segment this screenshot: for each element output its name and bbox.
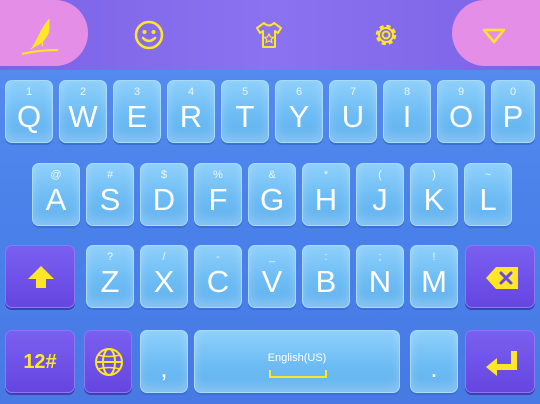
key-s[interactable]: # S xyxy=(86,163,134,226)
key-k[interactable]: ) K xyxy=(410,163,458,226)
backspace-key[interactable] xyxy=(465,245,535,308)
key-q[interactable]: 1Q xyxy=(5,80,53,143)
period-key[interactable]: . xyxy=(410,330,458,393)
key-w[interactable]: 2W xyxy=(59,80,107,143)
key-l[interactable]: ~ L xyxy=(464,163,512,226)
key-f[interactable]: % F xyxy=(194,163,242,226)
arrow-up-icon xyxy=(28,266,54,288)
space-key[interactable]: English(US) xyxy=(194,330,400,393)
key-z[interactable]: ? Z xyxy=(86,245,134,308)
key-v[interactable]: _ V xyxy=(248,245,296,308)
key-c[interactable]: -C xyxy=(194,245,242,308)
theme-button[interactable] xyxy=(254,20,284,50)
key-u[interactable]: 7U xyxy=(329,80,377,143)
key-e[interactable]: 3E xyxy=(113,80,161,143)
enter-arrow-icon xyxy=(486,351,517,376)
key-i[interactable]: 8I xyxy=(383,80,431,143)
key-h[interactable]: * H xyxy=(302,163,350,226)
key-r[interactable]: 4R xyxy=(167,80,215,143)
logo-button[interactable] xyxy=(0,0,88,66)
shift-key[interactable] xyxy=(5,245,75,308)
key-b[interactable]: :B xyxy=(302,245,350,308)
key-d[interactable]: $ D xyxy=(140,163,188,226)
key-t[interactable]: 5T xyxy=(221,80,269,143)
smiley-icon xyxy=(134,20,164,50)
triangle-down-icon xyxy=(482,28,506,44)
language-key[interactable] xyxy=(84,330,132,393)
key-j[interactable]: (J xyxy=(356,163,404,226)
keyboard: 1Q 2W 3E 4R 5T 6Y 7U 8I 9O 0P @ A # S $ D %… xyxy=(0,0,540,404)
comma-key[interactable]: , xyxy=(140,330,188,393)
enter-key[interactable] xyxy=(465,330,535,393)
key-o[interactable]: 9O xyxy=(437,80,485,143)
numbers-symbols-key[interactable]: 12# xyxy=(5,330,75,393)
bird-logo-icon xyxy=(21,18,59,55)
tshirt-icon xyxy=(256,22,282,48)
key-x[interactable]: / X xyxy=(140,245,188,308)
gear-icon xyxy=(375,24,397,46)
key-y[interactable]: 6Y xyxy=(275,80,323,143)
key-a[interactable]: @ A xyxy=(32,163,80,226)
globe-icon xyxy=(95,348,123,376)
emoji-button[interactable] xyxy=(134,20,164,50)
key-g[interactable]: & G xyxy=(248,163,296,226)
space-bar-indicator xyxy=(269,370,327,378)
settings-button[interactable] xyxy=(371,20,401,50)
key-p[interactable]: 0P xyxy=(491,80,535,143)
key-m[interactable]: ! M xyxy=(410,245,458,308)
backspace-icon xyxy=(486,267,518,289)
key-n[interactable]: ; N xyxy=(356,245,404,308)
hide-keyboard-button[interactable] xyxy=(452,0,540,66)
